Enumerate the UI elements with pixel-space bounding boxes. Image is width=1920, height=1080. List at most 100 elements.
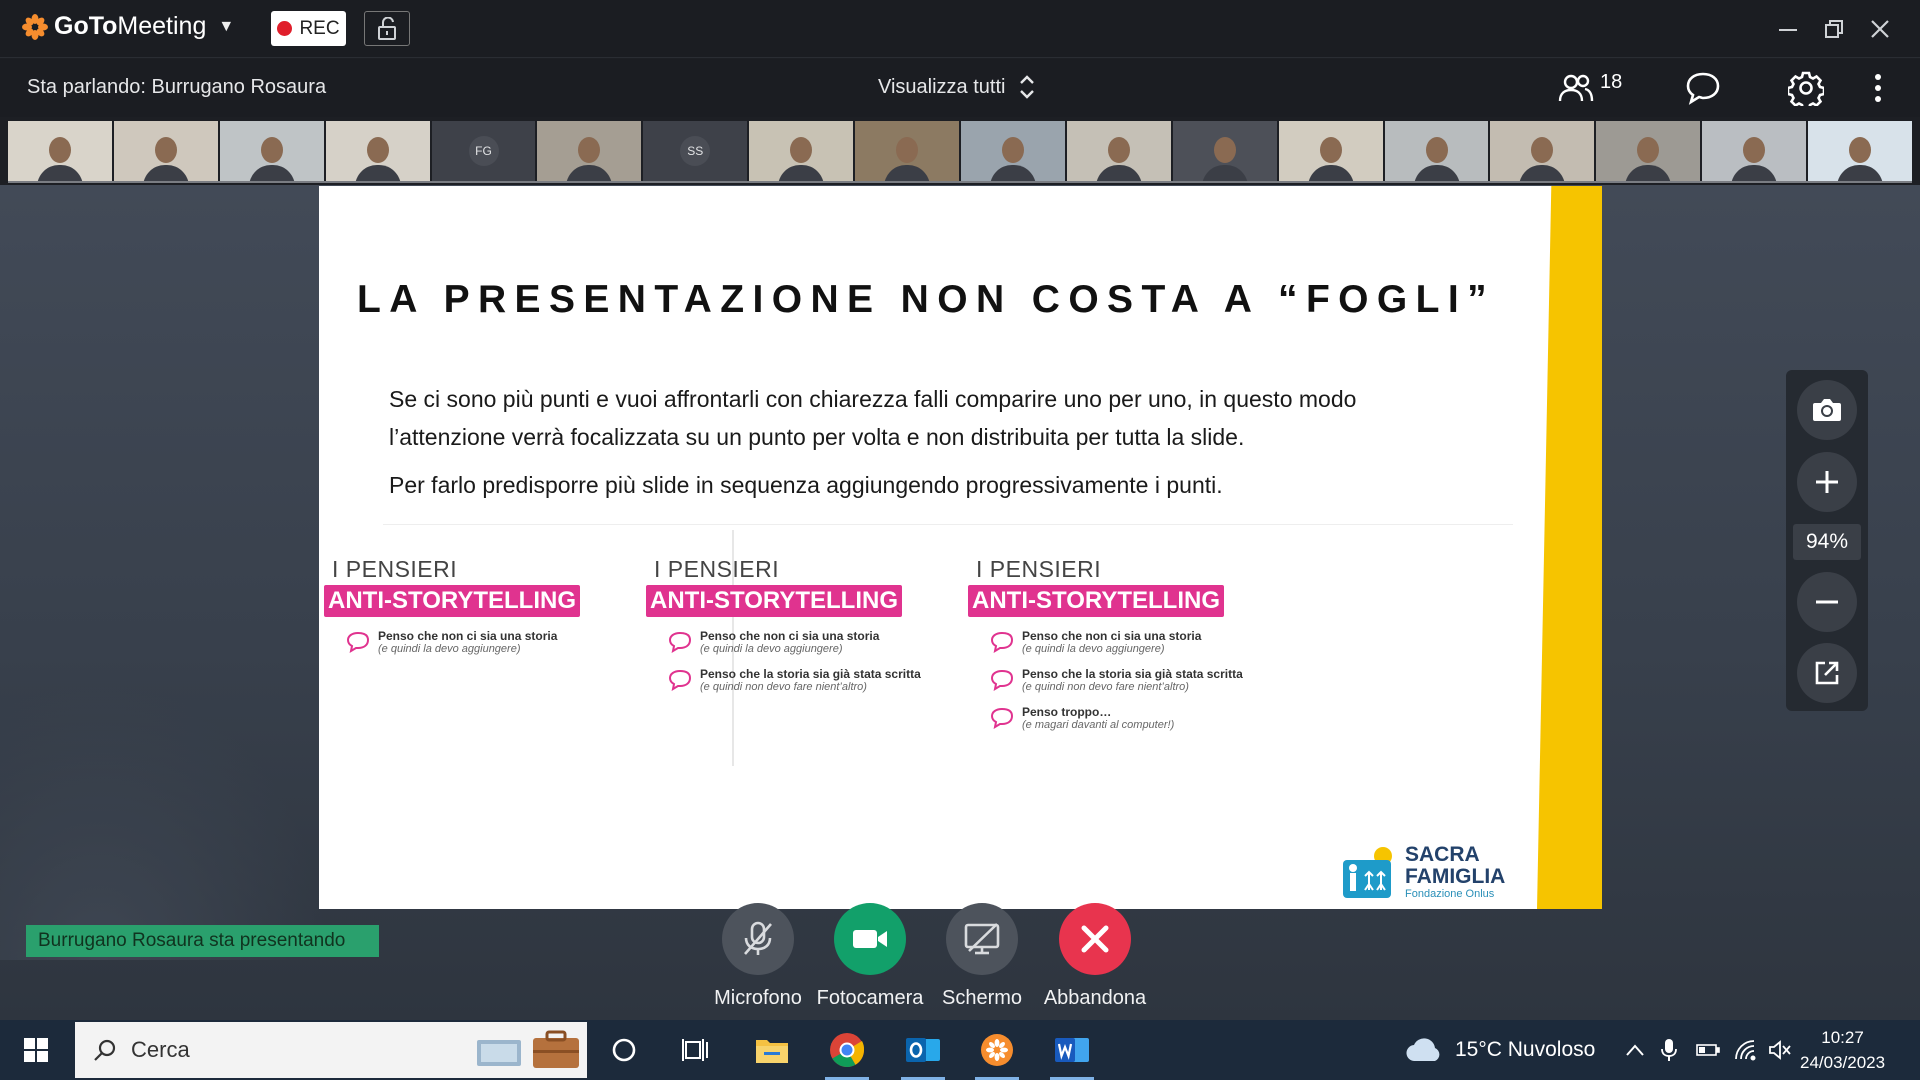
thought-text: Penso che non ci sia una storia (e quindi… <box>700 629 879 655</box>
start-button[interactable] <box>14 1028 58 1072</box>
title-bar: GoToMeeting ▼ REC <box>0 0 1920 58</box>
participant-head <box>896 137 919 163</box>
outlook-button[interactable] <box>901 1028 945 1080</box>
participant-body <box>566 165 613 181</box>
task-view-button[interactable] <box>673 1028 717 1072</box>
participant-body <box>1201 165 1248 181</box>
screenshot-button[interactable] <box>1797 380 1857 440</box>
windows-logo-icon <box>24 1038 48 1062</box>
record-button[interactable]: REC <box>271 11 346 46</box>
thought-note: (e quindi non devo fare nient’altro) <box>1022 681 1189 693</box>
weather-text: 15°C Nuvoloso <box>1455 1038 1596 1061</box>
pop-out-button[interactable] <box>1797 643 1857 703</box>
participant-body <box>142 165 189 181</box>
minus-icon <box>1816 600 1838 604</box>
participant-thumbnail[interactable]: FG <box>431 121 536 181</box>
view-all-selector[interactable]: Visualizza tutti <box>878 74 1035 100</box>
participant-head <box>260 137 283 163</box>
external-link-icon <box>1815 661 1839 685</box>
volume-tray-icon[interactable] <box>1768 1020 1792 1080</box>
participant-thumbnail[interactable] <box>1066 121 1171 181</box>
participant-thumbnail[interactable] <box>8 121 112 181</box>
participant-thumbnail[interactable] <box>961 121 1065 181</box>
chat-button[interactable] <box>1685 67 1721 109</box>
participant-body <box>1413 165 1460 181</box>
volume-muted-icon <box>1769 1040 1791 1060</box>
app-menu[interactable]: GoToMeeting ▼ <box>22 12 234 41</box>
screen-share-button[interactable] <box>946 903 1018 975</box>
minimize-button[interactable] <box>1770 12 1806 46</box>
participant-head <box>366 137 389 163</box>
close-button[interactable] <box>1862 12 1898 46</box>
microphone-label: Microfono <box>714 987 802 1009</box>
participant-thumbnail[interactable] <box>1278 121 1383 181</box>
shared-slide: LA PRESENTAZIONE NON COSTA A “FOGLI” Se … <box>319 186 1602 909</box>
restore-button[interactable] <box>1816 12 1852 46</box>
leave-label: Abbandona <box>1043 987 1147 1009</box>
more-vertical-icon <box>1875 74 1881 102</box>
participant-head <box>790 137 813 163</box>
file-explorer-button[interactable] <box>750 1028 794 1072</box>
participant-thumbnail[interactable] <box>1702 121 1807 181</box>
thought-statement: Penso che non ci sia una storia <box>1022 629 1202 643</box>
anti-storytelling-column: I PENSIERI ANTI-STORYTELLING Penso che non… <box>324 556 684 655</box>
thought-item: Penso che la storia sia già stata scritt… <box>668 667 1006 693</box>
participant-body <box>1095 165 1142 181</box>
participant-thumbnail[interactable] <box>537 121 642 181</box>
thought-item: Penso che non ci sia una storia (e quindi… <box>990 629 1328 655</box>
column-badge: ANTI-STORYTELLING <box>324 585 580 617</box>
battery-tray-icon[interactable] <box>1696 1020 1720 1080</box>
attendees-button[interactable]: 18 <box>1558 67 1622 109</box>
thought-bubble-icon <box>990 707 1014 729</box>
taskbar-search[interactable]: Cerca <box>75 1022 587 1078</box>
word-button[interactable] <box>1050 1028 1094 1080</box>
microphone-tray-icon[interactable] <box>1661 1020 1677 1080</box>
camera-button[interactable] <box>834 903 906 975</box>
logo-line-1: SACRA <box>1405 843 1480 866</box>
participant-thumbnail[interactable] <box>219 121 324 181</box>
participant-thumbnail[interactable] <box>1384 121 1489 181</box>
participant-thumbnail[interactable] <box>1596 121 1701 181</box>
show-hidden-icons-button[interactable] <box>1625 1020 1645 1080</box>
participant-thumbnail[interactable] <box>1490 121 1595 181</box>
chrome-button[interactable] <box>825 1028 869 1080</box>
windows-taskbar: Cerca 15°C Nuvoloso 10:27 24/03/2023 <box>0 1020 1920 1080</box>
gotomeeting-window: GoToMeeting ▼ REC Sta parlando: Burrugan… <box>0 0 1920 1080</box>
participant-head <box>154 137 177 163</box>
participant-head <box>1849 137 1872 163</box>
participant-initials: FG <box>468 136 499 166</box>
participant-thumbnail[interactable] <box>1172 121 1277 181</box>
system-clock[interactable]: 10:27 24/03/2023 <box>1800 1025 1885 1075</box>
participant-thumbnail[interactable] <box>325 121 430 181</box>
wifi-tray-icon[interactable] <box>1734 1020 1756 1080</box>
presenter-badge: Burrugano Rosaura sta presentando <box>26 925 379 957</box>
thought-note: (e quindi la devo aggiungere) <box>1022 643 1165 655</box>
participant-thumbnail[interactable] <box>113 121 218 181</box>
zoom-in-button[interactable] <box>1797 452 1857 512</box>
leave-button[interactable] <box>1059 903 1131 975</box>
participant-body <box>1731 165 1778 181</box>
plus-icon <box>1816 471 1838 493</box>
microphone-button[interactable] <box>722 903 794 975</box>
thought-text: Penso che la storia sia già stata scritt… <box>700 667 921 693</box>
leave-control[interactable]: Abbandona <box>1025 903 1165 1010</box>
participant-thumbnail[interactable] <box>855 121 960 181</box>
thought-item: Penso che non ci sia una storia (e quindi… <box>346 629 684 655</box>
gotomeeting-taskbar-button[interactable] <box>975 1028 1019 1080</box>
lock-meeting-button[interactable] <box>364 11 410 46</box>
more-options-button[interactable] <box>1868 67 1888 109</box>
participant-thumbnail[interactable] <box>749 121 854 181</box>
zoom-out-button[interactable] <box>1797 572 1857 632</box>
slide-paragraph-2: Per farlo predisporre più slide in seque… <box>389 472 1223 498</box>
settings-button[interactable] <box>1788 67 1824 109</box>
participant-head <box>48 137 71 163</box>
anti-storytelling-column: I PENSIERI ANTI-STORYTELLING Penso che non… <box>968 556 1328 731</box>
weather-widget[interactable]: 15°C Nuvoloso <box>1405 1020 1595 1080</box>
thought-bubble-icon <box>990 631 1014 653</box>
thought-note: (e quindi la devo aggiungere) <box>378 643 521 655</box>
folder-icon <box>756 1040 788 1063</box>
participant-thumbnail[interactable] <box>1808 121 1913 181</box>
participant-thumbnail[interactable]: SS <box>643 121 748 181</box>
cortana-button[interactable] <box>602 1028 646 1072</box>
wifi-icon <box>1735 1040 1756 1061</box>
